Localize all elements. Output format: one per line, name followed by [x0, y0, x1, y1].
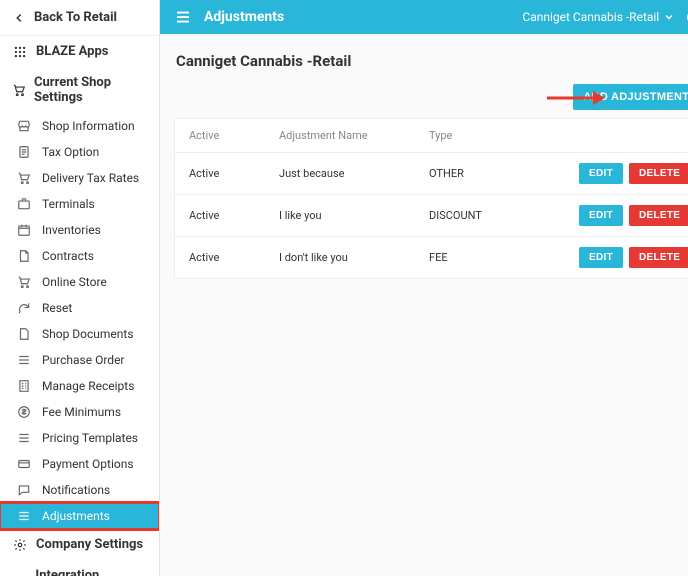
nav-item-label: Reset: [42, 301, 72, 315]
nav-item-pricing-templates[interactable]: Pricing Templates: [0, 425, 159, 451]
cell-active: Active: [189, 209, 279, 222]
document-icon: [16, 145, 32, 159]
delete-button[interactable]: DELETE: [629, 163, 688, 184]
cell-name: Just because: [279, 167, 429, 180]
delete-button[interactable]: DELETE: [629, 247, 688, 268]
cart-icon: [16, 171, 32, 185]
card-icon: [16, 457, 32, 471]
col-active: Active: [189, 129, 279, 142]
nav-section-current-shop[interactable]: Current Shop Settings: [0, 67, 159, 113]
nav-section-blaze-apps[interactable]: BLAZE Apps: [0, 36, 159, 67]
nav-section-company-settings[interactable]: Company Settings: [0, 529, 159, 560]
nav-item-shop-information[interactable]: Shop Information: [0, 113, 159, 139]
cell-type: OTHER: [429, 167, 579, 180]
topbar-title: Adjustments: [204, 9, 284, 25]
cell-name: I like you: [279, 209, 429, 222]
nav-item-contracts[interactable]: Contracts: [0, 243, 159, 269]
nav-item-online-store[interactable]: Online Store: [0, 269, 159, 295]
nav-item-label: Adjustments: [42, 509, 110, 523]
nav-item-reset[interactable]: Reset: [0, 295, 159, 321]
nav-item-label: Shop Information: [42, 119, 135, 133]
cart-icon: [12, 83, 26, 97]
edit-button[interactable]: EDIT: [579, 247, 623, 268]
col-type: Type: [429, 129, 579, 142]
page-icon: [16, 249, 32, 263]
edit-button[interactable]: EDIT: [579, 163, 623, 184]
chevron-down-icon: [663, 11, 675, 23]
nav-item-label: Inventories: [42, 223, 101, 237]
nav-section-integration-settings[interactable]: Integration Settings: [0, 560, 159, 576]
refresh-icon: [16, 301, 32, 315]
shop-name: Canniget Cannabis -Retail: [522, 10, 659, 24]
page-title: Canniget Cannabis -Retail: [174, 52, 688, 70]
list-icon: [16, 431, 32, 445]
table-row: Active I like you DISCOUNT EDIT DELETE: [175, 195, 688, 237]
nav-item-notifications[interactable]: Notifications: [0, 477, 159, 503]
briefcase-icon: [16, 197, 32, 211]
cell-active: Active: [189, 251, 279, 264]
menu-icon[interactable]: [174, 8, 192, 26]
nav-item-inventories[interactable]: Inventories: [0, 217, 159, 243]
chat-icon: [16, 483, 32, 497]
nav-item-label: Shop Documents: [42, 327, 134, 341]
nav-section-label: Company Settings: [36, 537, 143, 552]
nav-item-adjustments[interactable]: Adjustments: [0, 503, 159, 529]
back-to-retail[interactable]: Back To Retail: [0, 0, 159, 36]
cell-type: DISCOUNT: [429, 209, 579, 222]
sidebar: Back To Retail BLAZE Apps Current Shop S…: [0, 0, 160, 576]
nav-item-label: Tax Option: [42, 145, 99, 159]
cell-active: Active: [189, 167, 279, 180]
nav-section-label: Integration Settings: [35, 568, 147, 576]
nav-section-label: Current Shop Settings: [34, 75, 147, 105]
adjustments-table: Active Adjustment Name Type Active Just …: [174, 118, 688, 279]
calendar-icon: [16, 223, 32, 237]
nav-item-label: Fee Minimums: [42, 405, 121, 419]
receipt-icon: [16, 379, 32, 393]
nav-item-label: Contracts: [42, 249, 94, 263]
col-name: Adjustment Name: [279, 129, 429, 142]
nav-section-label: BLAZE Apps: [36, 44, 108, 59]
table-row: Active I don't like you FEE EDIT DELETE: [175, 237, 688, 278]
nav-item-payment-options[interactable]: Payment Options: [0, 451, 159, 477]
nav-item-delivery-tax[interactable]: Delivery Tax Rates: [0, 165, 159, 191]
table-row: Active Just because OTHER EDIT DELETE: [175, 153, 688, 195]
nav-item-tax-option[interactable]: Tax Option: [0, 139, 159, 165]
edit-button[interactable]: EDIT: [579, 205, 623, 226]
nav-item-label: Terminals: [42, 197, 95, 211]
cart-icon: [16, 275, 32, 289]
nav-item-shop-documents[interactable]: Shop Documents: [0, 321, 159, 347]
nav-item-purchase-order[interactable]: Purchase Order: [0, 347, 159, 373]
arrow-left-icon: [12, 11, 26, 25]
nav-item-label: Purchase Order: [42, 353, 125, 367]
nav-item-label: Delivery Tax Rates: [42, 171, 139, 185]
nav-item-label: Online Store: [42, 275, 107, 289]
table-header: Active Adjustment Name Type: [175, 119, 688, 153]
topbar: Adjustments Canniget Cannabis -Retail: [160, 0, 688, 34]
annotation-arrow-icon: [545, 88, 605, 108]
cell-name: I don't like you: [279, 251, 429, 264]
apps-grid-icon: [12, 45, 28, 59]
store-icon: [16, 119, 32, 133]
nav-item-label: Manage Receipts: [42, 379, 134, 393]
gear-icon: [12, 538, 28, 552]
shop-selector[interactable]: Canniget Cannabis -Retail: [522, 10, 675, 24]
nav-item-terminals[interactable]: Terminals: [0, 191, 159, 217]
nav-item-label: Notifications: [42, 483, 110, 497]
file-icon: [16, 327, 32, 341]
nav-item-fee-minimums[interactable]: Fee Minimums: [0, 399, 159, 425]
list-icon: [16, 353, 32, 367]
delete-button[interactable]: DELETE: [629, 205, 688, 226]
nav-item-manage-receipts[interactable]: Manage Receipts: [0, 373, 159, 399]
back-label: Back To Retail: [34, 10, 117, 25]
list-icon: [16, 509, 32, 523]
cell-type: FEE: [429, 251, 579, 264]
main-area: Adjustments Canniget Cannabis -Retail Ca…: [160, 0, 688, 576]
dollar-icon: [16, 405, 32, 419]
nav-item-label: Pricing Templates: [42, 431, 138, 445]
nav-item-label: Payment Options: [42, 457, 134, 471]
